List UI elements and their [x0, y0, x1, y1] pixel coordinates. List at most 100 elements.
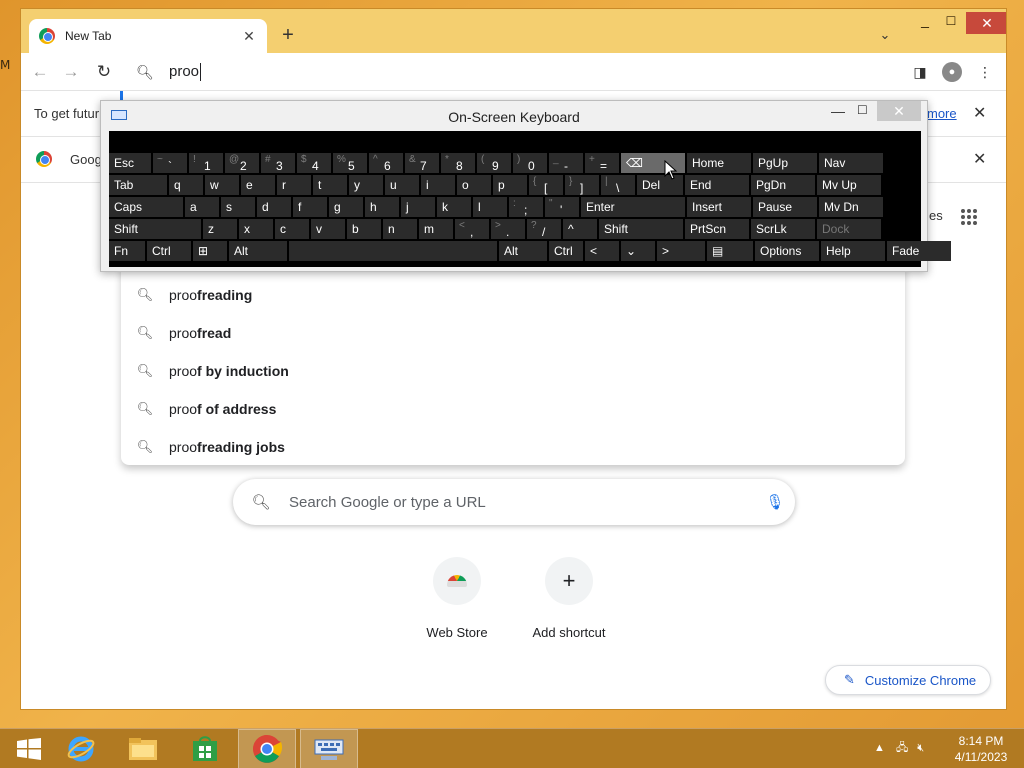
osk-key[interactable]: r — [277, 175, 311, 195]
chrome-taskbar-button[interactable] — [238, 729, 296, 768]
reload-icon[interactable]: ↻ — [93, 61, 115, 83]
osk-key[interactable]: Insert — [687, 197, 751, 217]
osk-key[interactable]: ^ 6 — [369, 153, 403, 173]
osk-key[interactable]: PgDn — [751, 175, 815, 195]
window-close-button[interactable]: ✕ — [966, 12, 1006, 34]
osk-key[interactable]: l — [473, 197, 507, 217]
osk-key[interactable]: + = — [585, 153, 619, 173]
osk-key[interactable]: u — [385, 175, 419, 195]
new-tab-button[interactable]: + — [277, 25, 299, 47]
osk-key[interactable]: f — [293, 197, 327, 217]
osk-key[interactable]: >. — [491, 219, 525, 239]
osk-key[interactable]: <, — [455, 219, 489, 239]
gmail-images-link-fragment[interactable]: es — [929, 208, 943, 223]
menu-icon[interactable]: ⋮ — [974, 61, 996, 83]
taskbar-clock[interactable]: 8:14 PM 4/11/2023 — [946, 733, 1016, 765]
profile-button[interactable]: ● — [941, 61, 963, 83]
close-icon[interactable]: ✕ — [973, 149, 986, 169]
osk-key[interactable]: Nav — [819, 153, 883, 173]
osk-key[interactable]: ) 0 — [513, 153, 547, 173]
osk-key[interactable]: c — [275, 219, 309, 239]
osk-key[interactable]: e — [241, 175, 275, 195]
osk-key[interactable]: k — [437, 197, 471, 217]
suggestion-item[interactable]: 🔍︎ proo freading jobs — [121, 428, 905, 466]
osk-key[interactable]: Mv Up — [817, 175, 881, 195]
osk-key[interactable]: #3 — [261, 153, 295, 173]
osk-key[interactable]: v — [311, 219, 345, 239]
forward-icon[interactable]: → — [60, 61, 82, 83]
osk-key[interactable] — [289, 241, 497, 261]
osk-key[interactable]: Ctrl — [147, 241, 191, 261]
osk-key[interactable]: :; — [509, 197, 543, 217]
osk-maximize-button[interactable]: ☐ — [857, 103, 871, 117]
osk-key[interactable]: < — [585, 241, 619, 261]
osk-key[interactable]: Options — [755, 241, 819, 261]
osk-key[interactable]: p — [493, 175, 527, 195]
osk-key[interactable]: q — [169, 175, 203, 195]
osk-key[interactable]: | \ — [601, 175, 635, 195]
osk-key[interactable]: Ctrl — [549, 241, 583, 261]
osk-key[interactable]: PgUp — [753, 153, 817, 173]
chevron-down-icon[interactable]: ⌄ — [876, 27, 894, 45]
osk-key[interactable]: * 8 — [441, 153, 475, 173]
window-maximize-button[interactable]: ☐ — [941, 14, 961, 30]
osk-key[interactable]: i — [421, 175, 455, 195]
store-button[interactable] — [176, 729, 234, 768]
start-button[interactable] — [0, 729, 58, 768]
osk-key[interactable]: m — [419, 219, 453, 239]
osk-key[interactable]: ⊞ — [193, 241, 227, 261]
tab-new-tab[interactable]: New Tab ✕ — [29, 19, 267, 53]
osk-key[interactable]: {[ — [529, 175, 563, 195]
osk-key[interactable]: End — [685, 175, 749, 195]
osk-key[interactable]: Fn — [109, 241, 145, 261]
osk-key[interactable]: ? / — [527, 219, 561, 239]
shortcut-add[interactable]: + Add shortcut — [514, 557, 624, 640]
osk-key[interactable]: Alt — [229, 241, 287, 261]
osk-key[interactable]: Alt — [499, 241, 547, 261]
osk-key[interactable]: x — [239, 219, 273, 239]
learn-more-link[interactable]: more — [927, 106, 957, 121]
osk-key[interactable]: Shift — [599, 219, 683, 239]
osk-key[interactable]: ^ — [563, 219, 597, 239]
osk-minimize-button[interactable]: — — [831, 103, 845, 119]
osk-key[interactable]: d — [257, 197, 291, 217]
osk-key[interactable]: (9 — [477, 153, 511, 173]
suggestion-item[interactable]: 🔍︎ proo freading — [121, 276, 905, 314]
osk-key[interactable]: h — [365, 197, 399, 217]
osk-key[interactable]: Esc — [109, 153, 151, 173]
osk-key[interactable]: Caps — [109, 197, 183, 217]
window-minimize-button[interactable]: _ — [914, 13, 936, 31]
osk-key[interactable]: a — [185, 197, 219, 217]
osk-key[interactable]: j — [401, 197, 435, 217]
internet-explorer-button[interactable] — [52, 729, 110, 768]
osk-key[interactable]: Pause — [753, 197, 817, 217]
volume-muted-icon[interactable]: 🔇︎ — [917, 742, 924, 754]
osk-key[interactable]: Fade — [887, 241, 951, 261]
osk-key[interactable]: o — [457, 175, 491, 195]
osk-key[interactable]: ScrLk — [751, 219, 815, 239]
close-icon[interactable]: ✕ — [973, 103, 986, 123]
osk-key[interactable]: Tab — [109, 175, 167, 195]
osk-key[interactable]: }] — [565, 175, 599, 195]
suggestion-item[interactable]: 🔍︎ proo f of address — [121, 390, 905, 428]
osk-key[interactable]: Home — [687, 153, 751, 173]
osk-key[interactable]: " ' — [545, 197, 579, 217]
osk-key[interactable]: $4 — [297, 153, 331, 173]
suggestion-item[interactable]: 🔍︎ proo f by induction — [121, 352, 905, 390]
microphone-icon[interactable]: 🎙︎ — [755, 493, 795, 511]
chevron-up-icon[interactable]: ▲ — [874, 742, 885, 754]
osk-key[interactable]: ~ ` — [153, 153, 187, 173]
osk-key[interactable]: @2 — [225, 153, 259, 173]
osk-key[interactable]: Help — [821, 241, 885, 261]
address-bar[interactable]: 🔍︎ proo — [121, 55, 905, 89]
osk-key[interactable]: Dock — [817, 219, 881, 239]
osk-key[interactable]: ⌄ — [621, 241, 655, 261]
osk-key[interactable]: Enter — [581, 197, 685, 217]
osk-key[interactable]: y — [349, 175, 383, 195]
osk-key[interactable]: > — [657, 241, 705, 261]
customize-chrome-button[interactable]: ✎ Customize Chrome — [825, 665, 991, 695]
shortcut-web-store[interactable]: Web Store — [402, 557, 512, 640]
osk-key[interactable]: ▤ — [707, 241, 753, 261]
osk-key[interactable]: % 5 — [333, 153, 367, 173]
osk-key[interactable]: s — [221, 197, 255, 217]
